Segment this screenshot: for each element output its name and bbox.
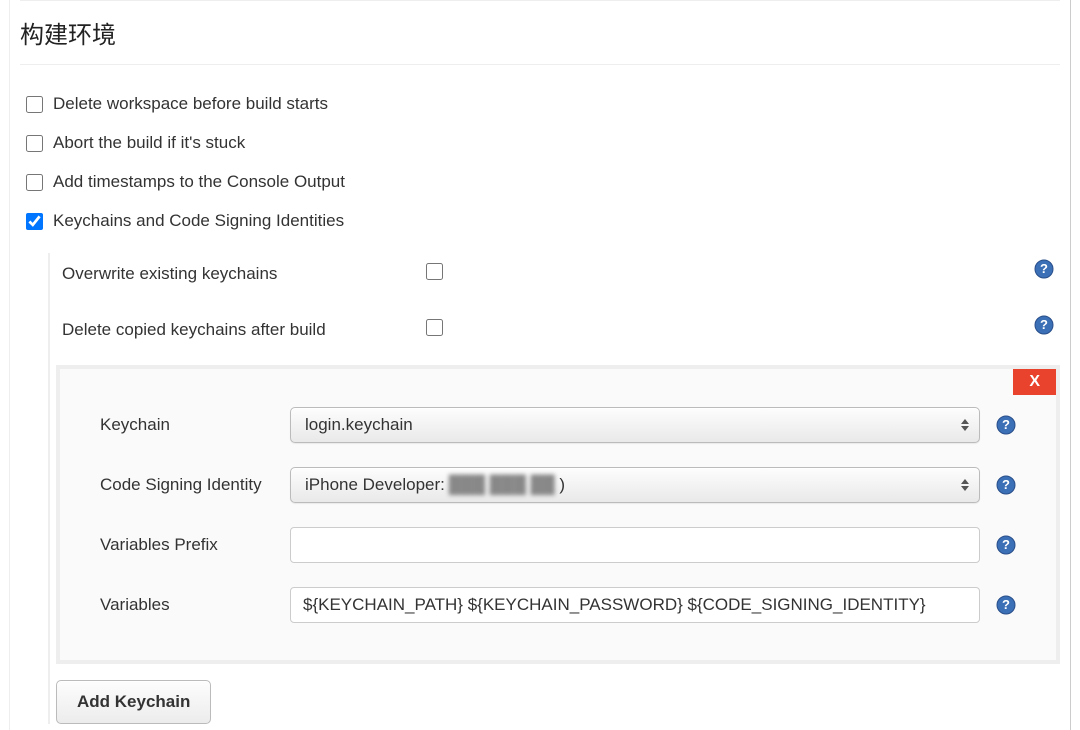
option-abort-stuck: Abort the build if it's stuck (26, 126, 1060, 165)
help-icon[interactable]: ? (996, 415, 1016, 435)
option-timestamps: Add timestamps to the Console Output (26, 165, 1060, 204)
option-delete-workspace: Delete workspace before build starts (26, 87, 1060, 126)
variables-label: Variables (100, 595, 280, 615)
keychain-select[interactable]: login.keychain (290, 407, 980, 443)
variables-prefix-label: Variables Prefix (100, 535, 280, 555)
code-signing-select-value: iPhone Developer:███ ███ ██ ) (305, 475, 565, 495)
keychain-label: Keychain (100, 415, 280, 435)
variables-prefix-row: Variables Prefix ? (100, 515, 1016, 575)
delete-keychain-button[interactable]: X (1013, 369, 1056, 395)
keychain-block: X Keychain login.keychain ? (56, 365, 1060, 664)
variables-input[interactable] (290, 587, 980, 623)
overwrite-row: Overwrite existing keychains ? (56, 253, 1060, 309)
option-keychains: Keychains and Code Signing Identities (26, 204, 1060, 243)
keychains-checkbox[interactable] (26, 213, 43, 230)
delete-workspace-label: Delete workspace before build starts (53, 94, 328, 114)
help-icon[interactable]: ? (1034, 259, 1054, 279)
overwrite-checkbox[interactable] (426, 263, 443, 280)
timestamps-label: Add timestamps to the Console Output (53, 172, 345, 192)
abort-stuck-label: Abort the build if it's stuck (53, 133, 245, 153)
svg-text:?: ? (1002, 597, 1010, 612)
add-keychain-button[interactable]: Add Keychain (56, 680, 211, 724)
select-arrows-icon (961, 419, 969, 431)
code-signing-select[interactable]: iPhone Developer:███ ███ ██ ) (290, 467, 980, 503)
keychain-select-value: login.keychain (305, 415, 413, 435)
keychains-subsection: Overwrite existing keychains ? Delete co… (48, 253, 1060, 724)
delete-copied-checkbox[interactable] (426, 319, 443, 336)
code-signing-row: Code Signing Identity iPhone Developer:█… (100, 455, 1016, 515)
delete-copied-label: Delete copied keychains after build (56, 320, 426, 340)
help-icon[interactable]: ? (996, 535, 1016, 555)
select-arrows-icon (961, 479, 969, 491)
svg-text:?: ? (1002, 477, 1010, 492)
delete-workspace-checkbox[interactable] (26, 96, 43, 113)
timestamps-checkbox[interactable] (26, 174, 43, 191)
delete-copied-row: Delete copied keychains after build ? (56, 309, 1060, 365)
svg-text:?: ? (1002, 417, 1010, 432)
overwrite-label: Overwrite existing keychains (56, 264, 426, 284)
abort-stuck-checkbox[interactable] (26, 135, 43, 152)
keychain-row: Keychain login.keychain ? (100, 395, 1016, 455)
svg-text:?: ? (1040, 261, 1048, 276)
section-title: 构建环境 (20, 0, 1060, 65)
keychains-label: Keychains and Code Signing Identities (53, 211, 344, 231)
variables-prefix-input[interactable] (290, 527, 980, 563)
help-icon[interactable]: ? (1034, 315, 1054, 335)
svg-text:?: ? (1040, 317, 1048, 332)
help-icon[interactable]: ? (996, 595, 1016, 615)
code-signing-label: Code Signing Identity (100, 475, 280, 495)
help-icon[interactable]: ? (996, 475, 1016, 495)
svg-text:?: ? (1002, 537, 1010, 552)
variables-row: Variables ? (100, 575, 1016, 635)
